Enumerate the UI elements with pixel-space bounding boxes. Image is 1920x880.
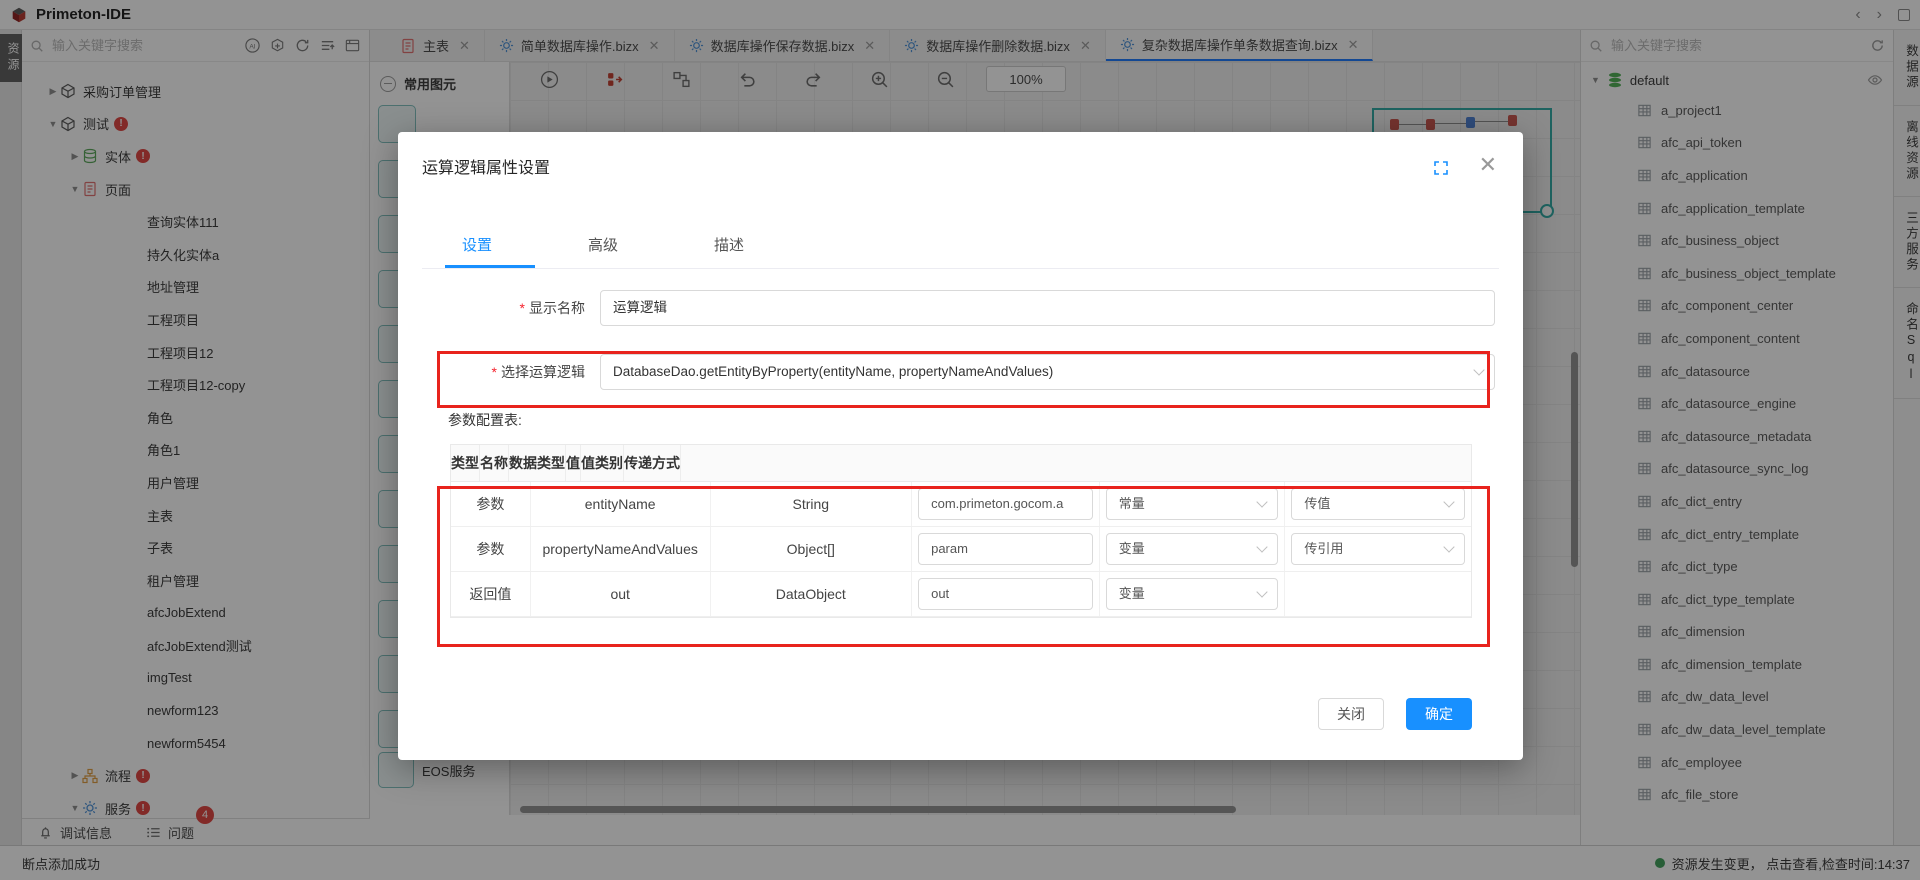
column-header: 值类别: [581, 445, 624, 481]
fullscreen-icon[interactable]: [1433, 160, 1449, 176]
dialog-tab[interactable]: 设置: [462, 234, 492, 255]
param-table-header: 类型名称数据类型值值类别传递方式: [451, 445, 1471, 482]
column-header: 名称: [480, 445, 509, 481]
logic-properties-dialog: 运算逻辑属性设置 ✕ 设置高级描述 *显示名称 运算逻辑 *选择运算逻辑 Dat…: [398, 132, 1523, 760]
column-header: 数据类型: [509, 445, 566, 481]
param-table-caption: 参数配置表:: [448, 410, 522, 430]
annotation-rect-logic-select: [437, 351, 1490, 408]
display-name-label: *显示名称: [422, 290, 585, 326]
dialog-title: 运算逻辑属性设置: [422, 154, 550, 178]
display-name-input[interactable]: 运算逻辑: [600, 290, 1495, 326]
tabs-divider: [422, 268, 1499, 269]
dialog-tabs: 设置 高级 描述: [462, 234, 744, 255]
annotation-rect-param-rows: [437, 486, 1490, 647]
close-button[interactable]: 关闭: [1318, 698, 1384, 730]
close-icon[interactable]: ✕: [1479, 152, 1497, 178]
confirm-button[interactable]: 确定: [1406, 698, 1472, 730]
dialog-tab[interactable]: 高级: [588, 234, 618, 255]
app-window: Primeton-IDE ‹ › 资源 AI 采购订单管理: [0, 0, 1920, 880]
column-header: 类型: [451, 445, 480, 481]
column-header: 值: [566, 445, 581, 481]
column-header: 传递方式: [624, 445, 681, 481]
dialog-tab[interactable]: 描述: [714, 234, 744, 255]
